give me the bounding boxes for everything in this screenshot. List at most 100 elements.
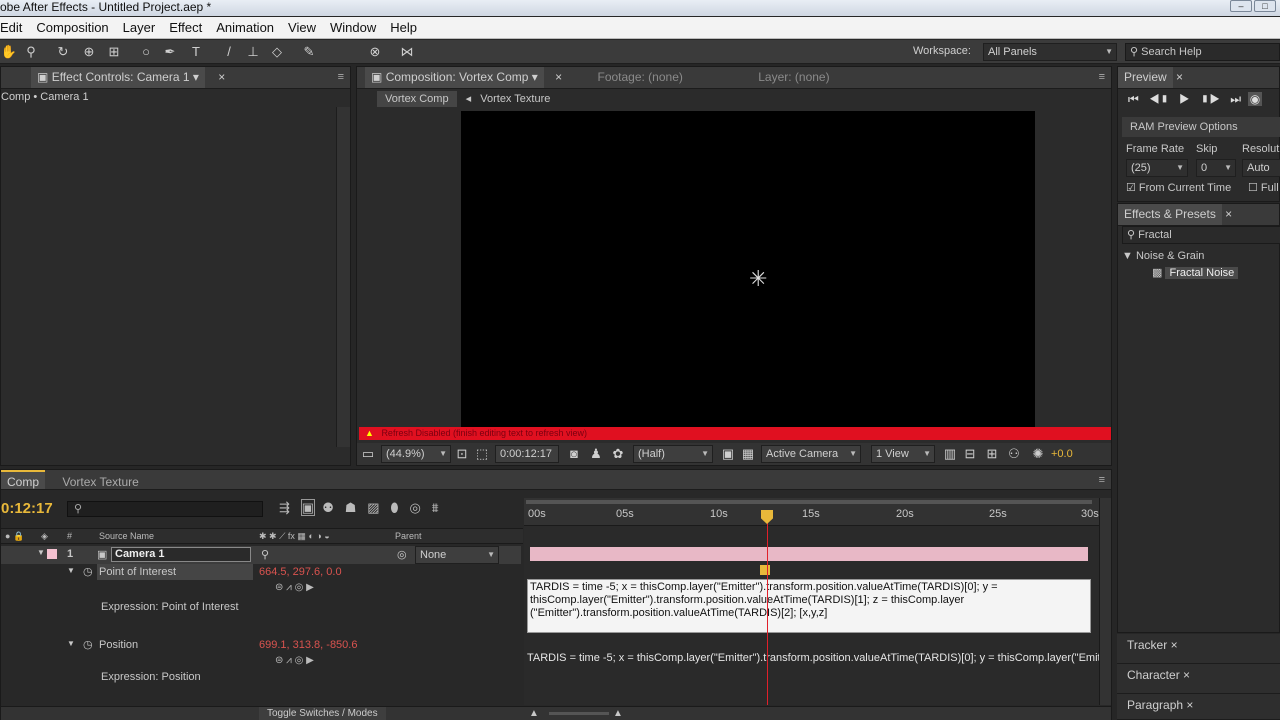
transparency-grid-icon[interactable]: ▦ (739, 445, 757, 463)
col-source-name[interactable]: Source Name (99, 529, 154, 543)
menu-view[interactable]: View (281, 20, 323, 35)
eraser-tool-icon[interactable]: ◇ (268, 43, 286, 61)
workspace-select[interactable]: All Panels ▼ (983, 43, 1117, 61)
layer-duration-bar[interactable] (530, 547, 1088, 561)
comp-mini-flowchart-icon[interactable]: ⇶ (279, 500, 290, 515)
menu-effect[interactable]: Effect (162, 20, 209, 35)
play-icon[interactable]: ▶ (1179, 92, 1190, 106)
previous-frame-icon[interactable]: ◀▮ (1149, 92, 1169, 106)
menu-edit[interactable]: Edit (0, 20, 29, 35)
stopwatch-icon[interactable]: ◷ (83, 565, 93, 578)
rotate-tool-icon[interactable]: ↻ (54, 43, 72, 61)
timeline-tab-vortex-texture[interactable]: Vortex Texture (62, 475, 139, 489)
timeline-timecode[interactable]: 0:12:17 (1, 500, 53, 517)
timeline-tab-comp[interactable]: Comp (1, 470, 46, 489)
close-icon[interactable]: × (218, 70, 225, 84)
effects-search-input[interactable]: ⚲ Fractal (1122, 226, 1280, 244)
brainstorm-icon[interactable]: ⬮ (390, 500, 398, 515)
menu-layer[interactable]: Layer (116, 20, 163, 35)
expression-enable-icon[interactable]: ⊜ (275, 582, 283, 593)
mask-visibility-icon[interactable]: ⬚ (473, 445, 491, 463)
toggle-pixel-aspect-icon[interactable]: ▥ (941, 445, 959, 463)
shy-switch-icon[interactable]: ⚲ (261, 548, 269, 561)
first-frame-icon[interactable]: ⏮ (1128, 92, 1139, 106)
expression-language-menu-icon[interactable]: ▶ (306, 582, 314, 593)
twirl-down-icon[interactable]: ▼ (67, 566, 75, 575)
work-area-bar[interactable] (526, 500, 1092, 504)
preview-tab[interactable]: Preview (1118, 67, 1173, 88)
orbit-camera-icon[interactable]: ⊕ (80, 43, 98, 61)
from-current-checkbox[interactable]: ☑ From Current Time (1126, 181, 1231, 194)
puppet-pin-icon[interactable]: ✎ (300, 43, 318, 61)
poi-value[interactable]: 664.5, 297.6, 0.0 (259, 566, 342, 578)
effect-controls-tab[interactable]: ▣ Effect Controls: Camera 1 ▾ (31, 67, 205, 88)
search-help-input[interactable]: ⚲ Search Help (1125, 43, 1280, 61)
paragraph-panel-tab[interactable]: Paragraph × (1117, 694, 1280, 720)
show-snapshot-icon[interactable]: ♟ (587, 445, 605, 463)
frame-rate-select[interactable]: (25) ▼ (1126, 159, 1188, 177)
expression-pickwhip-icon[interactable]: ◎ (295, 655, 304, 666)
close-icon[interactable]: × (1183, 668, 1190, 682)
maximize-button[interactable]: □ (1254, 0, 1276, 12)
zoom-select[interactable]: (44.9%) ▼ (381, 445, 451, 463)
expression-graph-icon[interactable]: ⩘ (286, 582, 292, 593)
ram-preview-icon[interactable]: ◉ (1247, 92, 1263, 106)
menu-help[interactable]: Help (383, 20, 424, 35)
footage-tab[interactable]: Footage: (none) (597, 70, 682, 84)
time-graph[interactable]: 00s 05s 10s 15s 20s 25s 30s TARDIS = tim… (524, 498, 1099, 705)
snap-icon[interactable]: ⋈ (398, 43, 416, 61)
stopwatch-icon[interactable]: ◷ (83, 638, 93, 651)
ram-preview-options[interactable]: RAM Preview Options (1122, 117, 1280, 137)
expr-position-field[interactable]: TARDIS = time -5; x = thisComp.layer("Em… (527, 652, 1099, 670)
clone-stamp-icon[interactable]: ⊥ (244, 43, 262, 61)
mask-tool-icon[interactable]: ○ (137, 43, 155, 61)
brush-tool-icon[interactable]: / (220, 43, 238, 61)
composition-tab[interactable]: ▣ Composition: Vortex Comp ▾ (365, 67, 544, 88)
layer-name[interactable]: Camera 1 (111, 547, 251, 562)
zoom-in-icon[interactable]: ▲ (613, 707, 623, 720)
expr-poi-field[interactable]: TARDIS = time -5; x = thisComp.layer("Em… (527, 579, 1091, 633)
graph-editor-icon[interactable]: ⩩ (432, 500, 439, 515)
effect-controls-scrollbar[interactable] (336, 107, 350, 447)
full-screen-checkbox[interactable]: ☐ Full (1248, 181, 1279, 194)
reset-exposure-icon[interactable]: ✺ (1029, 445, 1047, 463)
current-time-indicator[interactable] (767, 512, 768, 705)
label-color-swatch[interactable] (47, 549, 57, 559)
expression-pickwhip-icon[interactable]: ◎ (295, 582, 304, 593)
expression-graph-icon[interactable]: ⩘ (286, 655, 292, 666)
expression-enable-icon[interactable]: ⊜ (275, 655, 283, 666)
layer-tab[interactable]: Layer: (none) (758, 70, 829, 84)
camera-view-select[interactable]: Active Camera ▼ (761, 445, 861, 463)
snapshot-icon[interactable]: ◙ (565, 445, 583, 463)
always-preview-icon[interactable]: ▭ (359, 445, 377, 463)
zoom-tool-icon[interactable]: ⚲ (22, 43, 40, 61)
comp-viewer[interactable]: ✳ (461, 111, 1035, 429)
layer-row-camera[interactable]: ▼ 1 ▣ Camera 1 ⚲ ◎ None ▼ (1, 546, 521, 564)
frame-blending-icon[interactable]: ☗ (345, 500, 357, 515)
breadcrumb-vortex-texture[interactable]: Vortex Texture (480, 93, 550, 105)
toggle-switches-modes-button[interactable]: Toggle Switches / Modes (259, 707, 386, 720)
menu-window[interactable]: Window (323, 20, 383, 35)
color-channels-icon[interactable]: ✿ (609, 445, 627, 463)
timeline-search-input[interactable]: ⚲ (67, 501, 263, 517)
hide-shy-icon[interactable]: ⚉ (322, 500, 334, 515)
col-parent[interactable]: Parent (395, 529, 422, 543)
character-panel-tab[interactable]: Character × (1117, 664, 1280, 694)
track-xy-camera-icon[interactable]: ⊞ (105, 43, 123, 61)
draft-3d-icon[interactable]: ▣ (300, 499, 316, 516)
menu-composition[interactable]: Composition (29, 20, 115, 35)
twirl-down-icon[interactable]: ▼ (67, 639, 75, 648)
skip-select[interactable]: 0 ▼ (1196, 159, 1236, 177)
zoom-slider[interactable] (549, 712, 609, 715)
zoom-out-icon[interactable]: ▲ (529, 707, 539, 720)
effect-item-fractal-noise[interactable]: ▩ Fractal Noise (1152, 266, 1239, 279)
menu-animation[interactable]: Animation (209, 20, 281, 35)
resolution-select[interactable]: (Half) ▼ (633, 445, 713, 463)
resolution-select-preview[interactable]: Auto (1242, 159, 1280, 177)
auto-keyframe-icon[interactable]: ◎ (409, 500, 420, 515)
hand-tool-icon[interactable]: ✋ (0, 43, 18, 61)
close-icon[interactable]: × (1171, 638, 1178, 652)
position-value[interactable]: 699.1, 313.8, -850.6 (259, 639, 357, 651)
property-row-poi[interactable]: ▼ ◷ Point of Interest 664.5, 297.6, 0.0 (1, 564, 521, 582)
pickwhip-icon[interactable]: ◎ (397, 548, 407, 561)
